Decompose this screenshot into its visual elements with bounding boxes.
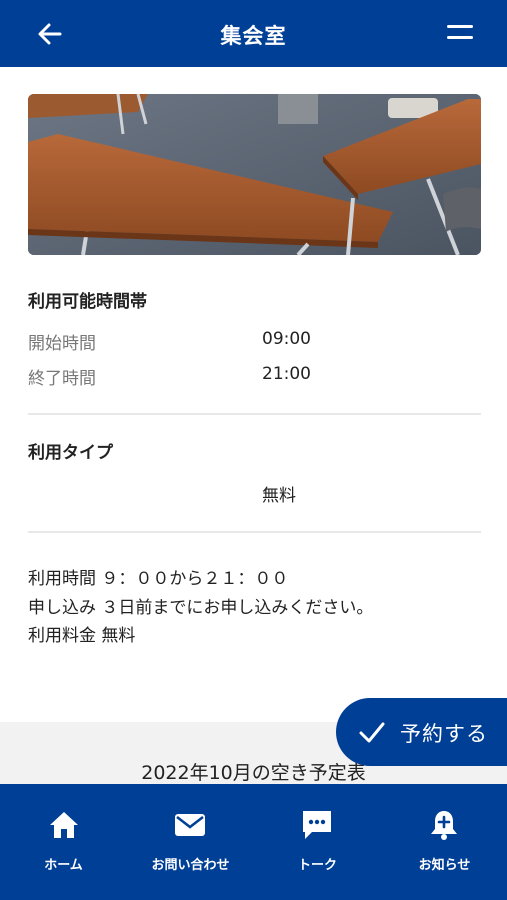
page-title: 集会室	[220, 24, 287, 48]
usage-hours-note: 利用時間 ９：００から２１：００	[28, 569, 289, 589]
start-time-label: 開始時間	[28, 334, 96, 354]
application-deadline-note: 申し込み ３日前までにお申し込みください。	[28, 598, 374, 618]
end-time-value: 21:00	[262, 364, 311, 384]
check-icon	[359, 722, 385, 743]
nav-item-news[interactable]: お知らせ	[381, 784, 507, 900]
mail-icon	[175, 814, 205, 836]
end-time-label: 終了時間	[28, 369, 96, 389]
reserve-button-label: 予約する	[400, 722, 488, 746]
bell-icon	[431, 811, 457, 840]
chat-icon	[303, 811, 331, 839]
home-icon	[50, 812, 78, 838]
nav-label-news: お知らせ	[418, 858, 471, 873]
usage-fee-note: 利用料金 無料	[28, 626, 136, 646]
divider	[28, 413, 481, 415]
meeting-room-photo	[28, 94, 481, 255]
app-header: 集会室	[0, 0, 507, 67]
nav-label-talk: トーク	[297, 858, 337, 873]
reserve-button[interactable]: 予約する	[336, 698, 507, 766]
divider	[28, 531, 481, 533]
nav-item-talk[interactable]: トーク	[254, 784, 381, 900]
bottom-nav: ホーム お問い合わせ トーク お知らせ	[0, 784, 507, 900]
nav-label-contact: お問い合わせ	[151, 858, 230, 873]
start-time-value: 09:00	[262, 329, 311, 349]
nav-item-contact[interactable]: お問い合わせ	[127, 784, 254, 900]
usage-type-heading: 利用タイプ	[28, 443, 113, 463]
availability-heading: 利用可能時間帯	[28, 292, 147, 312]
usage-type-value: 無料	[262, 486, 296, 506]
nav-label-home: ホーム	[44, 858, 83, 873]
nav-item-home[interactable]: ホーム	[0, 784, 127, 900]
menu-icon[interactable]	[445, 20, 475, 46]
